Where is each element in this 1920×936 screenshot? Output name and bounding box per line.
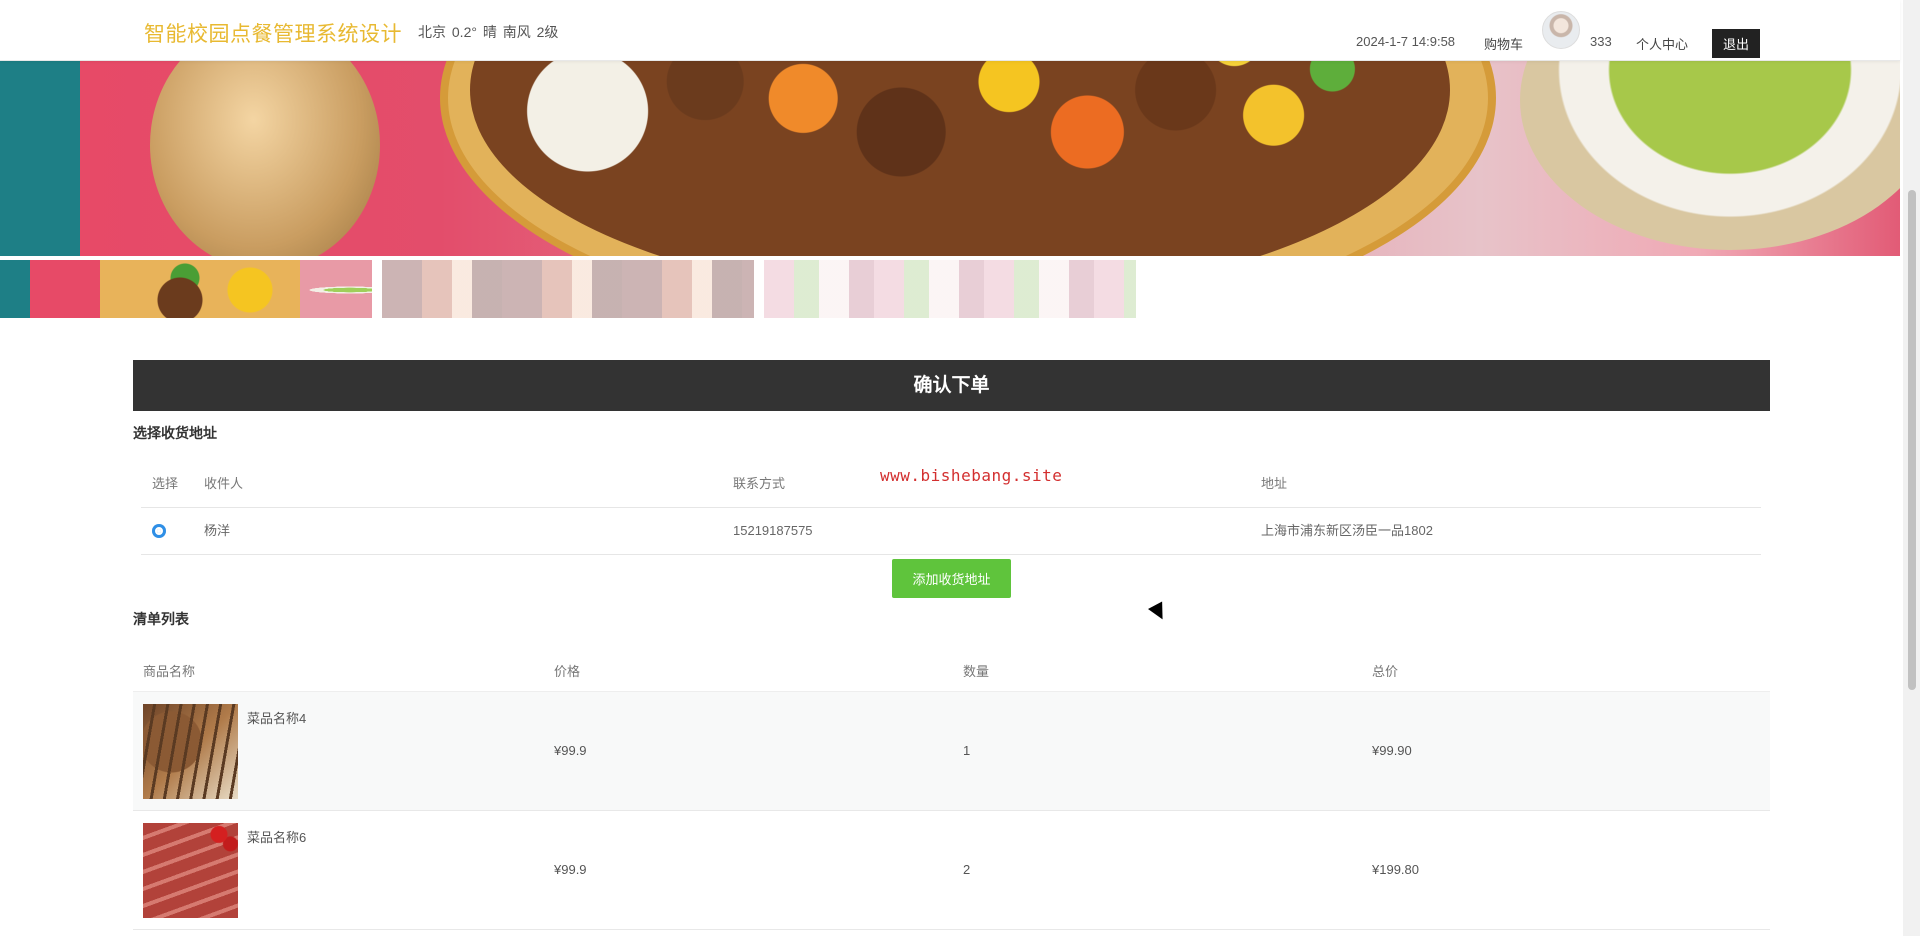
add-address-button[interactable]: 添加收货地址 bbox=[892, 559, 1011, 598]
dish-image[interactable] bbox=[143, 823, 238, 918]
carousel-thumbnail-3[interactable] bbox=[764, 260, 1136, 318]
profile-link[interactable]: 个人中心 bbox=[1636, 34, 1688, 53]
cart-link[interactable]: 购物车 bbox=[1484, 34, 1523, 53]
address-row[interactable]: 杨洋 15219187575 上海市浦东新区汤臣一品1802 bbox=[141, 508, 1761, 555]
order-list-table: 商品名称 价格 数量 总价 菜品名称4 ¥99.9 1 ¥99.90 菜品名称6… bbox=[133, 647, 1770, 930]
dish-price: ¥99.9 bbox=[554, 862, 587, 877]
watermark-text: www.bishebang.site bbox=[880, 466, 1063, 485]
list-col-name: 商品名称 bbox=[143, 664, 196, 679]
list-table-header: 商品名称 价格 数量 总价 bbox=[133, 647, 1770, 692]
dish-quantity: 1 bbox=[963, 743, 971, 758]
current-datetime: 2024-1-7 14:9:58 bbox=[1356, 34, 1456, 49]
carousel-thumbnail-1[interactable] bbox=[0, 260, 372, 318]
banner-food-image bbox=[470, 60, 1450, 256]
page-scrollbar[interactable] bbox=[1903, 0, 1920, 936]
address-section-label: 选择收货地址 bbox=[133, 425, 217, 441]
dish-quantity: 2 bbox=[963, 862, 971, 877]
avatar[interactable] bbox=[1542, 11, 1580, 49]
dish-name[interactable]: 菜品名称4 bbox=[247, 708, 306, 727]
table-row: 菜品名称6 ¥99.9 2 ¥199.80 bbox=[133, 811, 1770, 930]
dish-price: ¥99.9 bbox=[554, 743, 587, 758]
table-row: 菜品名称4 ¥99.9 1 ¥99.90 bbox=[133, 692, 1770, 811]
list-col-quantity: 数量 bbox=[963, 664, 990, 679]
order-title: 确认下单 bbox=[133, 360, 1770, 411]
address-detail: 上海市浦东新区汤臣一品1802 bbox=[1261, 523, 1433, 538]
top-navbar: 智能校园点餐管理系统设计 北京 0.2° 晴 南风 2级 2024-1-7 14… bbox=[0, 0, 1900, 61]
list-col-total: 总价 bbox=[1372, 664, 1399, 679]
scrollbar-thumb[interactable] bbox=[1908, 190, 1916, 690]
dish-name[interactable]: 菜品名称6 bbox=[247, 827, 306, 846]
carousel-thumbnail-2[interactable] bbox=[382, 260, 754, 318]
mouse-cursor-icon bbox=[1148, 601, 1170, 624]
banner-carousel[interactable] bbox=[0, 60, 1900, 256]
dish-image[interactable] bbox=[143, 704, 238, 799]
address-radio[interactable] bbox=[152, 524, 166, 538]
address-col-contact: 联系方式 bbox=[733, 476, 786, 491]
banner-spoon-image bbox=[150, 60, 380, 256]
weather-info: 北京 0.2° 晴 南风 2级 bbox=[418, 24, 559, 40]
address-col-recipient: 收件人 bbox=[204, 476, 244, 491]
address-phone: 15219187575 bbox=[733, 523, 813, 538]
logout-button[interactable]: 退出 bbox=[1712, 29, 1760, 58]
address-col-select: 选择 bbox=[152, 476, 179, 491]
username: 333 bbox=[1590, 34, 1612, 49]
dish-total: ¥99.90 bbox=[1372, 743, 1412, 758]
list-col-price: 价格 bbox=[554, 664, 581, 679]
carousel-thumbnails bbox=[0, 260, 1160, 318]
list-section-label: 清单列表 bbox=[133, 611, 189, 627]
address-recipient: 杨洋 bbox=[204, 523, 231, 538]
banner-side-bowl-image bbox=[1520, 60, 1900, 250]
site-title[interactable]: 智能校园点餐管理系统设计 bbox=[144, 18, 402, 48]
dish-total: ¥199.80 bbox=[1372, 862, 1419, 877]
address-col-address: 地址 bbox=[1261, 476, 1288, 491]
